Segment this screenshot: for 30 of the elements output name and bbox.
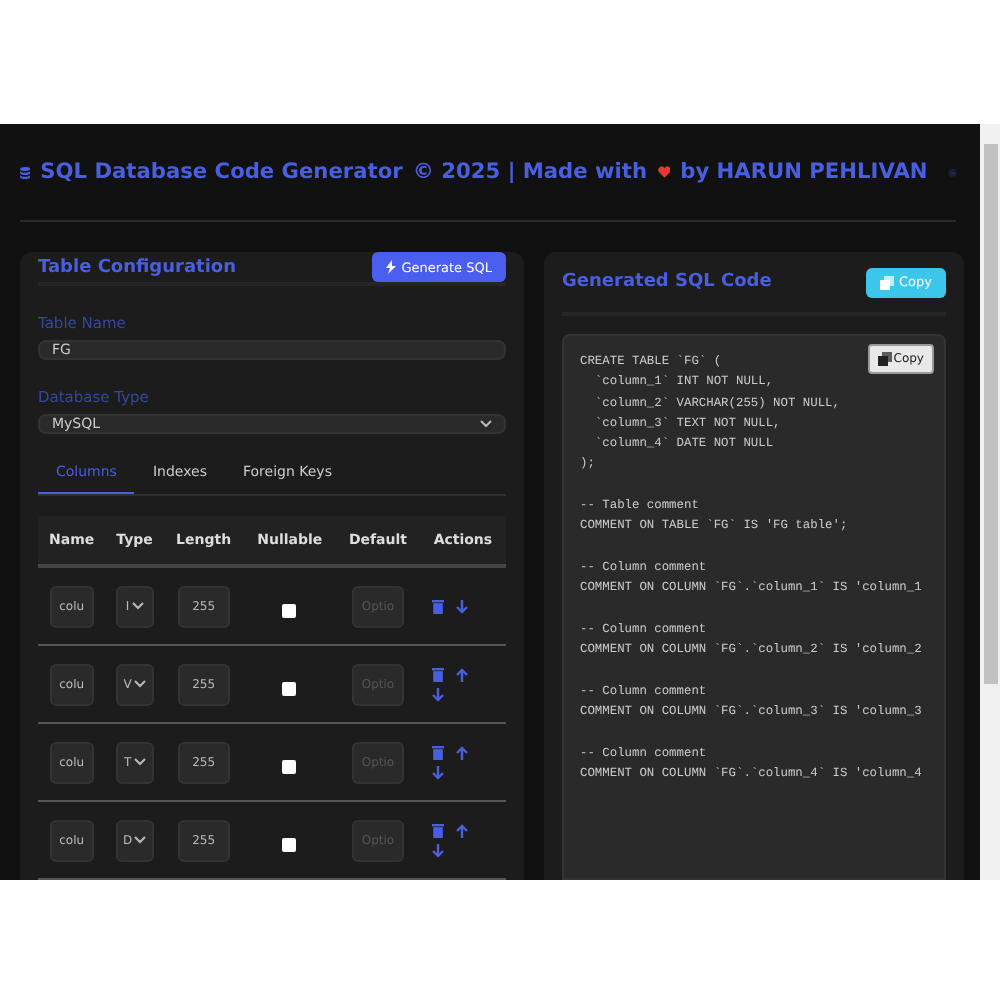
nullable-checkbox[interactable] [282,759,297,773]
nullable-checkbox[interactable] [282,681,297,695]
chevron-down-icon [134,836,147,844]
trash-icon[interactable] [431,667,444,681]
heart-icon [657,160,671,184]
trash-icon[interactable] [431,823,444,837]
down-arrow-icon[interactable] [431,843,444,857]
nullable-checkbox[interactable] [282,603,297,617]
chevron-down-icon [480,420,492,428]
down-arrow-icon[interactable] [455,599,468,613]
copy-icon [879,275,893,289]
chevron-down-icon [131,602,144,610]
copy-icon [877,352,892,366]
credit-text: © 2025 | Made with [412,160,648,184]
up-arrow-icon[interactable] [455,745,468,759]
scrollbar[interactable] [980,124,1000,880]
chevron-down-icon [133,758,146,766]
trash-icon[interactable] [431,599,444,613]
trash-icon[interactable] [431,745,444,759]
bolt-icon [385,260,396,274]
app-title: SQL Database Code Generator [40,160,403,184]
panel-title: Table Configuration [38,257,237,277]
up-arrow-icon[interactable] [455,823,468,837]
down-arrow-icon[interactable] [431,687,444,701]
up-arrow-icon[interactable] [455,667,468,681]
panel-title: Generated SQL Code [562,272,772,292]
nullable-checkbox[interactable] [282,837,297,851]
author-text: by HARUN PEHLIVAN [680,160,928,184]
chevron-down-icon [133,680,146,688]
down-arrow-icon[interactable] [431,765,444,779]
